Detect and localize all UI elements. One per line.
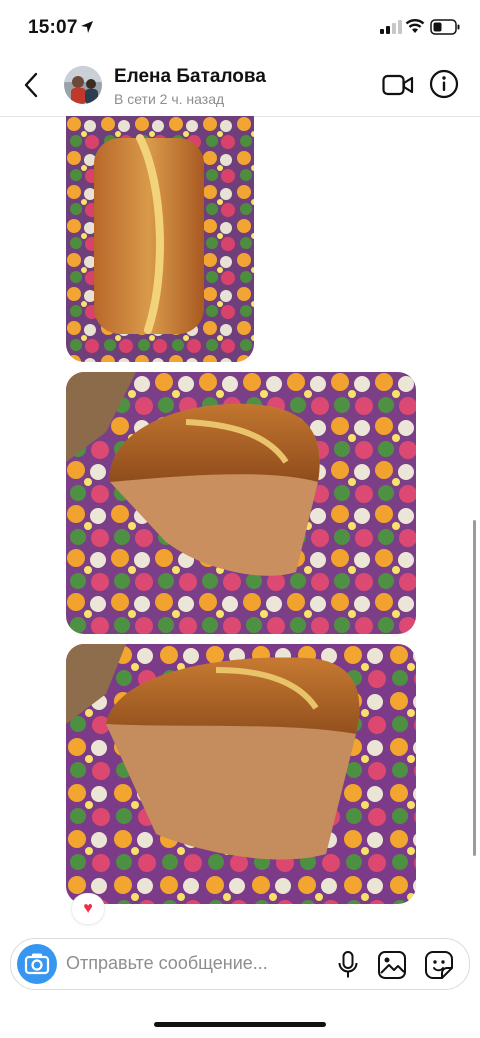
camera-button[interactable] xyxy=(17,944,57,984)
home-indicator[interactable] xyxy=(154,1022,326,1027)
message-photo[interactable] xyxy=(66,116,254,362)
message-input[interactable]: Отправьте сообщение... xyxy=(66,953,268,974)
heart-reaction-icon[interactable]: ♥ xyxy=(72,894,104,924)
sticker-icon[interactable] xyxy=(424,950,454,980)
back-chevron-icon[interactable] xyxy=(20,72,44,98)
scrollbar[interactable] xyxy=(473,520,476,856)
gallery-icon[interactable] xyxy=(377,950,407,980)
status-time: 15:07 xyxy=(28,17,78,38)
wifi-icon xyxy=(405,19,425,33)
avatar[interactable] xyxy=(64,66,102,104)
location-arrow-icon xyxy=(81,21,93,33)
camera-icon xyxy=(24,953,50,975)
battery-icon xyxy=(430,19,460,35)
message-photo[interactable] xyxy=(66,372,416,634)
message-composer: Отправьте сообщение... xyxy=(10,938,470,990)
status-bar: 15:07 xyxy=(0,0,480,56)
cellular-signal-icon xyxy=(380,20,402,34)
message-photo[interactable] xyxy=(66,644,416,904)
microphone-icon[interactable] xyxy=(337,951,359,979)
chat-header: Елена Баталова В сети 2 ч. назад xyxy=(0,56,480,117)
presence-status: В сети 2 ч. назад xyxy=(114,91,225,107)
video-call-icon[interactable] xyxy=(382,72,414,98)
contact-name[interactable]: Елена Баталова xyxy=(114,66,266,88)
info-icon[interactable] xyxy=(429,69,459,99)
